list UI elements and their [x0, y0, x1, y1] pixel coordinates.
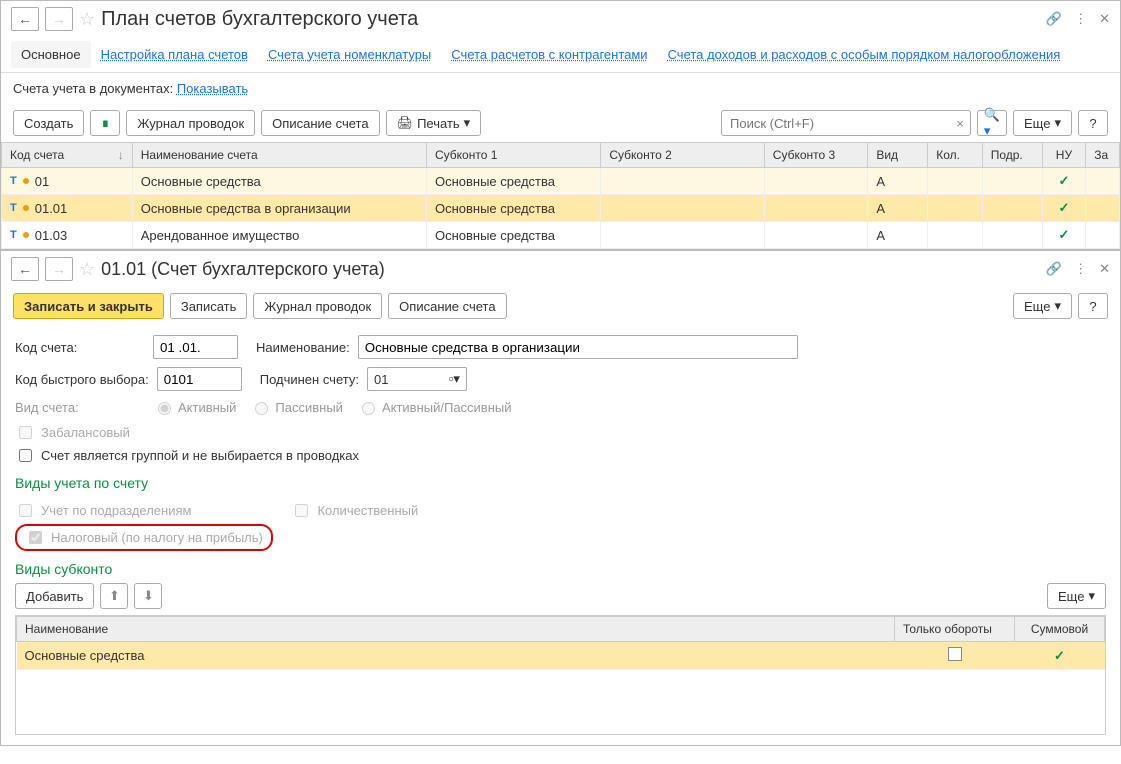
- detail-toolbar: Записать и закрыть Записать Журнал прово…: [1, 287, 1120, 325]
- tab-main[interactable]: Основное: [11, 41, 91, 68]
- subline-link[interactable]: Показывать: [177, 81, 248, 96]
- search-clear-icon[interactable]: ×: [956, 116, 964, 131]
- search-input[interactable]: [728, 115, 956, 132]
- search-button[interactable]: 🔍 ▾: [977, 110, 1007, 136]
- sk-col-sum[interactable]: Суммовой: [1015, 617, 1105, 642]
- subline-label: Счета учета в документах:: [13, 81, 173, 96]
- create-button[interactable]: Создать: [13, 110, 84, 136]
- cb-offbalance[interactable]: Забалансовый: [15, 423, 1106, 442]
- tab-settings[interactable]: Настройка плана счетов: [91, 41, 258, 68]
- fastcode-input[interactable]: [157, 367, 242, 391]
- move-down-button[interactable]: ⬇: [134, 583, 162, 609]
- tab-nomenclature[interactable]: Счета учета номенклатуры: [258, 41, 441, 68]
- detail-favorite-star-icon[interactable]: ☆: [79, 259, 95, 280]
- radio-both[interactable]: Активный/Пассивный: [357, 399, 512, 415]
- cb-qty[interactable]: Количественный: [291, 501, 418, 520]
- detail-link-icon[interactable]: 🔗: [1046, 261, 1062, 277]
- col-code[interactable]: Код счета↓: [2, 143, 133, 168]
- vid-label: Вид счета:: [15, 400, 145, 415]
- save-button[interactable]: Записать: [170, 293, 248, 319]
- highlight-tax-checkbox: Налоговый (по налогу на прибыль): [15, 524, 273, 551]
- subkonto-more-button[interactable]: Еще ▾: [1047, 583, 1106, 609]
- table-row[interactable]: T 01.03 Арендованное имущество Основные …: [2, 222, 1120, 249]
- dropdown-icon: ▫▾: [449, 371, 460, 387]
- detail-description-button[interactable]: Описание счета: [388, 293, 506, 319]
- col-sub1[interactable]: Субконто 1: [426, 143, 600, 168]
- code-input[interactable]: [153, 335, 238, 359]
- description-button[interactable]: Описание счета: [261, 110, 379, 136]
- subkonto-grid: Наименование Только обороты Суммовой Осн…: [16, 616, 1105, 670]
- form-area: Код счета: Наименование: Код быстрого вы…: [1, 325, 1120, 745]
- code-label: Код счета:: [15, 340, 145, 355]
- col-sub2[interactable]: Субконто 2: [601, 143, 764, 168]
- forward-button[interactable]: →: [45, 7, 73, 31]
- close-icon[interactable]: ✕: [1099, 11, 1110, 27]
- chart-of-accounts-window: ← → ☆ План счетов бухгалтерского учета 🔗…: [0, 0, 1121, 250]
- col-vid[interactable]: Вид: [868, 143, 928, 168]
- table-row[interactable]: T 01.01 Основные средства в организации …: [2, 195, 1120, 222]
- main-toolbar: Создать ∎ Журнал проводок Описание счета…: [1, 104, 1120, 142]
- col-nu[interactable]: НУ: [1042, 143, 1086, 168]
- help-button[interactable]: ?: [1078, 110, 1108, 136]
- cb-podr[interactable]: Учет по подразделениям: [15, 501, 191, 520]
- col-kol[interactable]: Кол.: [928, 143, 982, 168]
- detail-kebab-icon[interactable]: ⋮: [1074, 261, 1087, 277]
- journal-button[interactable]: Журнал проводок: [126, 110, 255, 136]
- print-button[interactable]: 🖨 Печать ▾: [386, 110, 482, 136]
- col-podr[interactable]: Подр.: [982, 143, 1042, 168]
- subline: Счета учета в документах: Показывать: [1, 73, 1120, 104]
- detail-forward-button[interactable]: →: [45, 257, 73, 281]
- turnover-checkbox[interactable]: [948, 647, 962, 661]
- move-up-button[interactable]: ⬆: [100, 583, 128, 609]
- add-button[interactable]: Добавить: [15, 583, 94, 609]
- col-name[interactable]: Наименование счета: [132, 143, 426, 168]
- section-subkonto: Виды субконто: [15, 561, 1106, 577]
- save-close-button[interactable]: Записать и закрыть: [13, 293, 164, 319]
- section-accounting-types: Виды учета по счету: [15, 475, 1106, 491]
- create-copy-button[interactable]: ∎: [90, 110, 120, 136]
- tab-contractors[interactable]: Счета расчетов с контрагентами: [441, 41, 657, 68]
- favorite-star-icon[interactable]: ☆: [79, 9, 95, 30]
- col-sub3[interactable]: Субконто 3: [764, 143, 868, 168]
- detail-back-button[interactable]: ←: [11, 257, 39, 281]
- fastcode-label: Код быстрого выбора:: [15, 372, 149, 387]
- back-button[interactable]: ←: [11, 7, 39, 31]
- search-box[interactable]: ×: [721, 110, 971, 136]
- kebab-icon[interactable]: ⋮: [1074, 11, 1087, 27]
- radio-active[interactable]: Активный: [153, 399, 236, 415]
- cb-tax[interactable]: Налоговый (по налогу на прибыль): [25, 528, 263, 547]
- radio-passive[interactable]: Пассивный: [250, 399, 343, 415]
- table-row[interactable]: Основные средства ✓: [17, 642, 1105, 670]
- sk-col-name[interactable]: Наименование: [17, 617, 895, 642]
- cb-group[interactable]: Счет является группой и не выбирается в …: [15, 446, 1106, 465]
- col-za[interactable]: За: [1086, 143, 1120, 168]
- more-button[interactable]: Еще ▾: [1013, 110, 1072, 136]
- sort-icon: ↓: [118, 148, 124, 162]
- page-title: План счетов бухгалтерского учета: [101, 8, 1040, 31]
- tabbar: Основное Настройка плана счетов Счета уч…: [1, 37, 1120, 73]
- table-row[interactable]: T 01 Основные средства Основные средства…: [2, 168, 1120, 195]
- account-detail-window: ← → ☆ 01.01 (Счет бухгалтерского учета) …: [0, 250, 1121, 746]
- parent-label: Подчинен счету:: [260, 372, 359, 387]
- detail-help-button[interactable]: ?: [1078, 293, 1108, 319]
- detail-close-icon[interactable]: ✕: [1099, 261, 1110, 277]
- accounts-grid: Код счета↓ Наименование счета Субконто 1…: [1, 142, 1120, 249]
- detail-title: 01.01 (Счет бухгалтерского учета): [101, 259, 1040, 280]
- detail-titlebar: ← → ☆ 01.01 (Счет бухгалтерского учета) …: [1, 251, 1120, 287]
- sk-col-turnover[interactable]: Только обороты: [895, 617, 1015, 642]
- name-input[interactable]: [358, 335, 798, 359]
- tab-income[interactable]: Счета доходов и расходов с особым порядк…: [658, 41, 1071, 68]
- name-label: Наименование:: [256, 340, 350, 355]
- parent-select[interactable]: 01▫▾: [367, 367, 467, 391]
- detail-more-button[interactable]: Еще ▾: [1013, 293, 1072, 319]
- detail-journal-button[interactable]: Журнал проводок: [253, 293, 382, 319]
- titlebar: ← → ☆ План счетов бухгалтерского учета 🔗…: [1, 1, 1120, 37]
- link-icon[interactable]: 🔗: [1046, 11, 1062, 27]
